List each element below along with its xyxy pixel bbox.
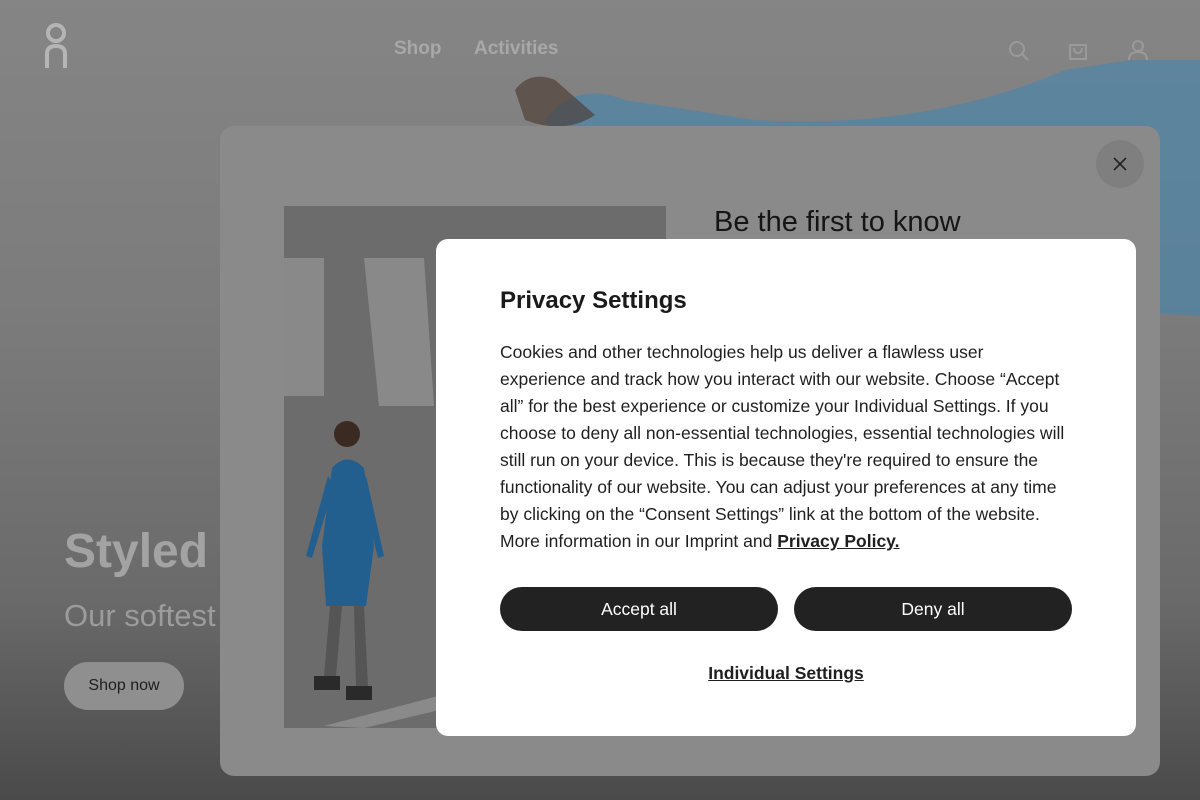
bag-icon[interactable]	[1067, 39, 1089, 61]
nav-activities[interactable]: Activities	[474, 38, 558, 60]
privacy-dialog: Privacy Settings Cookies and other techn…	[436, 239, 1136, 736]
top-navigation: Shop Activities	[0, 0, 1200, 100]
deny-all-button[interactable]: Deny all	[794, 587, 1072, 631]
privacy-body-text: Cookies and other technologies help us d…	[500, 342, 1065, 551]
account-icon[interactable]	[1127, 39, 1149, 61]
privacy-title: Privacy Settings	[500, 287, 687, 314]
search-icon[interactable]	[1008, 40, 1030, 62]
close-icon	[1113, 157, 1127, 171]
hero-subtitle: Our softest	[64, 598, 216, 633]
privacy-button-row: Accept all Deny all	[500, 587, 1072, 631]
accept-all-button[interactable]: Accept all	[500, 587, 778, 631]
close-button[interactable]	[1096, 140, 1144, 188]
privacy-body: Cookies and other technologies help us d…	[500, 339, 1072, 555]
privacy-policy-link[interactable]: Privacy Policy.	[777, 531, 899, 551]
newsletter-title: Be the first to know	[714, 206, 961, 238]
nav-shop[interactable]: Shop	[394, 38, 442, 60]
on-logo-icon[interactable]	[44, 22, 68, 68]
shop-now-button[interactable]: Shop now	[64, 662, 184, 710]
individual-settings-link[interactable]: Individual Settings	[500, 663, 1072, 684]
